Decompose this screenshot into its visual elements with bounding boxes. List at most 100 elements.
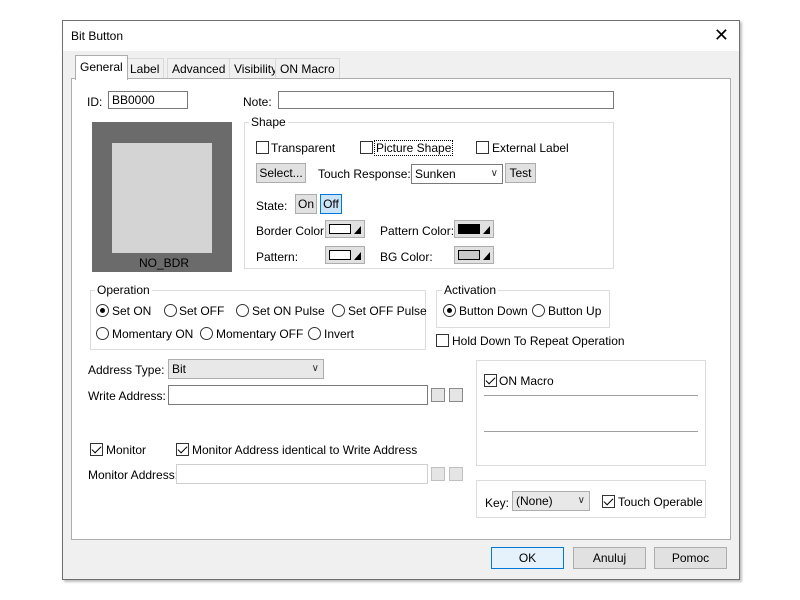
radio-set-on-pulse[interactable]	[236, 304, 249, 317]
touch-operable-checkbox[interactable]	[602, 495, 615, 508]
radio-set-off-label: Set OFF	[179, 304, 225, 318]
radio-set-on[interactable]	[96, 304, 109, 317]
divider	[484, 431, 698, 432]
dropdown-arrow-icon	[354, 226, 361, 234]
preview-inner	[112, 143, 212, 253]
general-panel: ID: BB0000 Note: NO_BDR Shape Transparen…	[71, 78, 731, 540]
pattern-swatch	[329, 250, 351, 260]
lock-icon[interactable]	[449, 388, 463, 402]
picture-shape-checkbox[interactable]	[360, 141, 373, 154]
picture-shape-label: Picture Shape	[374, 140, 454, 156]
key-value: (None)	[516, 494, 553, 508]
divider	[484, 395, 698, 396]
operation-group	[90, 290, 426, 350]
tag-icon[interactable]	[449, 467, 463, 481]
note-input[interactable]	[278, 91, 614, 109]
hold-down-label: Hold Down To Repeat Operation	[452, 334, 625, 348]
on-macro-checkbox[interactable]	[484, 374, 497, 387]
on-macro-label: ON Macro	[499, 374, 554, 388]
select-shape-button[interactable]: Select...	[256, 163, 306, 183]
preview-caption: NO_BDR	[139, 256, 190, 270]
test-button[interactable]: Test	[505, 163, 536, 183]
tab-label[interactable]: Label	[125, 58, 165, 79]
keypad-icon[interactable]	[431, 467, 445, 481]
title-bar: Bit Button ✕	[63, 21, 739, 51]
bg-color-picker[interactable]	[454, 246, 494, 264]
monitor-address-label: Monitor Address:	[88, 468, 179, 482]
radio-button-up[interactable]	[532, 304, 545, 317]
monitor-identical-label: Monitor Address identical to Write Addre…	[192, 443, 418, 457]
touch-operable-label: Touch Operable	[618, 495, 703, 509]
monitor-identical-checkbox[interactable]	[176, 443, 189, 456]
chevron-down-icon: ∨	[490, 168, 498, 179]
pattern-color-picker[interactable]	[454, 220, 494, 238]
id-input[interactable]: BB0000	[108, 91, 188, 109]
pattern-color-label: Pattern Color:	[380, 224, 455, 238]
radio-set-on-pulse-label: Set ON Pulse	[252, 304, 325, 318]
transparent-label: Transparent	[271, 141, 336, 155]
radio-momentary-off[interactable]	[200, 327, 213, 340]
tab-general[interactable]: General	[75, 55, 128, 80]
radio-set-off-pulse-label: Set OFF Pulse	[348, 304, 427, 318]
touch-response-value: Sunken	[415, 167, 456, 181]
write-address-input[interactable]	[168, 385, 428, 405]
bg-color-swatch	[458, 250, 480, 260]
radio-invert-label: Invert	[324, 327, 355, 341]
operation-group-title: Operation	[95, 283, 152, 297]
shape-preview: NO_BDR	[92, 122, 232, 272]
radio-momentary-on-label: Momentary ON	[112, 327, 194, 341]
border-color-label: Border Color:	[256, 224, 328, 238]
touch-response-label: Touch Response:	[318, 167, 411, 181]
external-label-label: External Label	[492, 141, 569, 155]
tab-on-macro[interactable]: ON Macro	[275, 58, 340, 79]
ok-button[interactable]: OK	[491, 547, 564, 569]
key-select[interactable]: (None) ∨	[512, 491, 590, 511]
radio-set-on-label: Set ON	[112, 304, 152, 318]
hold-down-checkbox[interactable]	[436, 334, 449, 347]
state-label: State:	[256, 199, 288, 213]
state-on-button[interactable]: On	[295, 194, 317, 214]
pattern-picker[interactable]	[325, 246, 365, 264]
external-label-checkbox[interactable]	[476, 141, 489, 154]
dropdown-arrow-icon	[483, 252, 490, 260]
write-address-label: Write Address:	[88, 389, 166, 403]
activation-group-title: Activation	[442, 283, 499, 297]
dropdown-arrow-icon	[354, 252, 361, 260]
address-type-value: Bit	[172, 362, 187, 376]
radio-set-off[interactable]	[164, 304, 177, 317]
radio-momentary-on[interactable]	[96, 327, 109, 340]
dropdown-arrow-icon	[483, 226, 490, 234]
monitor-address-input[interactable]	[176, 464, 428, 484]
window-title: Bit Button	[71, 29, 124, 43]
pattern-label: Pattern:	[256, 250, 299, 264]
note-label: Note:	[243, 95, 272, 109]
shape-group-title: Shape	[249, 115, 288, 129]
address-type-select[interactable]: Bit ∨	[168, 359, 324, 379]
bit-button-dialog: Bit Button ✕ General Label Advanced Visi…	[62, 20, 740, 580]
monitor-label: Monitor	[106, 443, 147, 457]
radio-button-down-label: Button Down	[459, 304, 528, 318]
radio-set-off-pulse[interactable]	[332, 304, 345, 317]
chevron-down-icon: ∨	[577, 495, 585, 506]
keypad-icon[interactable]	[431, 388, 445, 402]
id-label: ID:	[87, 95, 103, 109]
bg-color-label: BG Color:	[380, 250, 433, 264]
radio-button-up-label: Button Up	[548, 304, 602, 318]
pattern-color-swatch	[458, 224, 480, 234]
address-type-label: Address Type:	[88, 363, 165, 377]
touch-response-select[interactable]: Sunken ∨	[411, 164, 503, 184]
monitor-checkbox[interactable]	[90, 443, 103, 456]
radio-momentary-off-label: Momentary OFF	[216, 327, 304, 341]
cancel-button[interactable]: Anuluj	[573, 547, 646, 569]
radio-button-down[interactable]	[443, 304, 456, 317]
tab-advanced[interactable]: Advanced	[167, 58, 231, 79]
radio-invert[interactable]	[308, 327, 321, 340]
help-button[interactable]: Pomoc	[654, 547, 727, 569]
border-color-picker[interactable]	[325, 220, 365, 238]
close-icon[interactable]: ✕	[714, 25, 729, 45]
key-label: Key:	[485, 496, 510, 510]
chevron-down-icon: ∨	[311, 363, 319, 374]
transparent-checkbox[interactable]	[256, 141, 269, 154]
border-color-swatch	[329, 224, 351, 234]
state-off-button[interactable]: Off	[320, 194, 342, 214]
